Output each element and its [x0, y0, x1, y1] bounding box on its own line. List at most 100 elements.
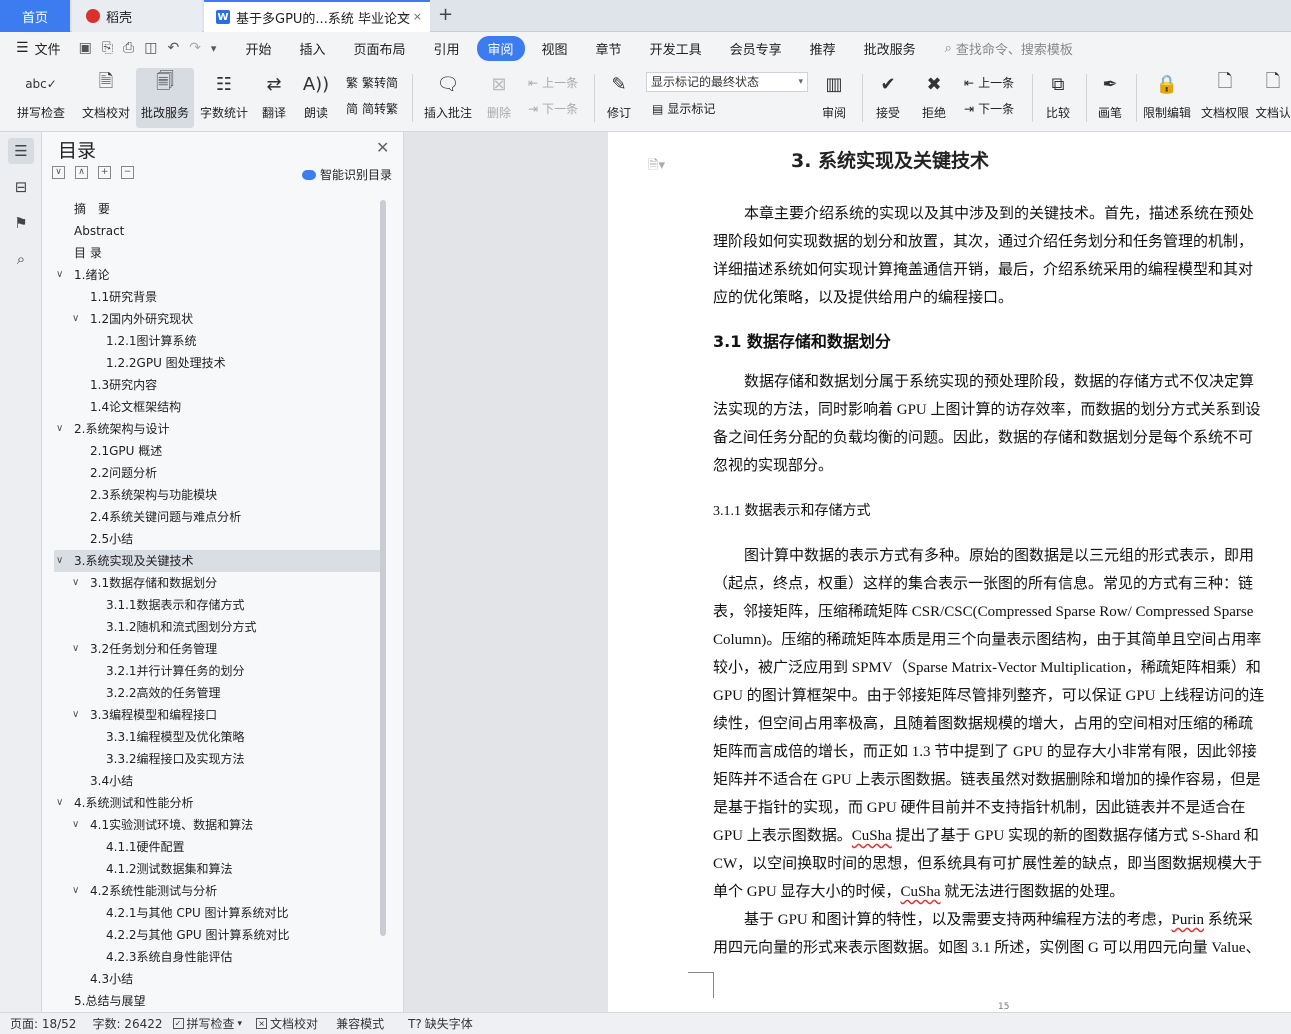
tab-recommend[interactable]: 推荐 — [799, 36, 847, 61]
toc-item[interactable]: ∨ 4.系统测试和性能分析 — [54, 792, 380, 814]
expand-chevron-icon[interactable]: ∨ — [56, 792, 63, 814]
toc-item[interactable]: 4.1.1硬件配置 — [54, 836, 380, 858]
toc-item[interactable]: ∨ 4.1实验测试环境、数据和算法 — [54, 814, 380, 836]
toc-item[interactable]: ∨ 1.2国内外研究现状 — [54, 308, 380, 330]
missing-font-button[interactable]: T? 缺失字体 — [408, 1015, 473, 1032]
word-count-indicator[interactable]: 字数: 26422 — [92, 1015, 162, 1032]
more-chevron-icon[interactable]: ▾ — [211, 42, 217, 55]
expand-chevron-icon[interactable]: ∨ — [72, 704, 79, 726]
status-proofread[interactable]: × 文档校对 — [256, 1015, 318, 1032]
doc-cert-button[interactable]: 🗋 文档认 — [1256, 68, 1290, 128]
tab-view[interactable]: 视图 — [531, 36, 579, 61]
toc-item[interactable]: 4.2.3系统自身性能评估 — [54, 946, 380, 968]
tab-correction-service[interactable]: 批改服务 — [853, 36, 927, 61]
bookmark-icon[interactable]: ⚑ — [8, 210, 34, 236]
word-count-button[interactable]: ☷ 字数统计 — [198, 68, 250, 128]
expand-all-icon[interactable]: ∧ — [75, 166, 88, 179]
tab-daoke[interactable]: 稻壳 — [72, 0, 202, 32]
prev-comment-button[interactable]: ⇤ 上一条 — [528, 74, 578, 91]
collapse-all-icon[interactable]: ∨ — [52, 166, 65, 179]
toc-item[interactable]: 1.4论文框架结构 — [54, 396, 380, 418]
spell-error-word[interactable]: CuSha — [852, 828, 892, 844]
expand-chevron-icon[interactable]: ∨ — [56, 264, 63, 286]
redo-icon[interactable]: ↷ — [189, 40, 201, 56]
undo-icon[interactable]: ↶ — [167, 40, 179, 56]
toc-item[interactable]: ∨ 3.2任务划分和任务管理 — [54, 638, 380, 660]
toc-item[interactable]: 3.3.2编程接口及实现方法 — [54, 748, 380, 770]
command-search[interactable]: ⌕ 查找命令、搜索模板 — [945, 39, 1073, 58]
save-icon[interactable]: ▣ — [79, 40, 92, 56]
tab-chapter[interactable]: 章节 — [585, 36, 633, 61]
expand-chevron-icon[interactable]: ∨ — [56, 550, 63, 572]
tab-layout[interactable]: 页面布局 — [342, 36, 416, 61]
tab-insert[interactable]: 插入 — [288, 36, 336, 61]
toc-item[interactable]: 2.4系统关键问题与难点分析 — [54, 506, 380, 528]
track-changes-button[interactable]: ✎ 修订 — [600, 68, 638, 128]
toc-item[interactable]: Abstract — [54, 220, 380, 242]
compare-button[interactable]: ⧉ 比较 — [1038, 68, 1078, 128]
chapter-nav-icon[interactable]: ⊟ — [8, 174, 34, 200]
restrict-edit-button[interactable]: 🔒 限制编辑 — [1140, 68, 1194, 128]
toc-item[interactable]: 摘 要 — [54, 198, 380, 220]
toc-item[interactable]: 3.3.1编程模型及优化策略 — [54, 726, 380, 748]
toc-item[interactable]: 4.2.2与其他 GPU 图计算系统对比 — [54, 924, 380, 946]
expand-chevron-icon[interactable]: ∨ — [72, 308, 79, 330]
next-comment-button[interactable]: ⇥ 下一条 — [528, 100, 578, 117]
expand-chevron-icon[interactable]: ∨ — [72, 880, 79, 902]
close-icon[interactable]: ✕ — [376, 138, 389, 157]
export-icon[interactable]: ⎘ — [102, 40, 113, 56]
reject-button[interactable]: ✖ 拒绝 — [914, 68, 954, 128]
toc-item[interactable]: 1.1研究背景 — [54, 286, 380, 308]
toc-item[interactable]: 3.1.1数据表示和存储方式 — [54, 594, 380, 616]
doc-permission-button[interactable]: 🗋 文档权限 — [1198, 68, 1252, 128]
toc-item[interactable]: 5.总结与展望 — [54, 990, 380, 1006]
page-indicator[interactable]: 页面: 18/52 — [10, 1015, 76, 1032]
toc-item[interactable]: ∨ 2.系统架构与设计 — [54, 418, 380, 440]
remove-heading-icon[interactable]: − — [121, 166, 134, 179]
translate-button[interactable]: ⇄ 翻译 — [254, 68, 294, 128]
smart-toc-button[interactable]: 智能识别目录 — [302, 166, 392, 183]
spell-error-word[interactable]: CuSha — [901, 884, 941, 900]
tab-window-icon[interactable]: ▭ × — [399, 10, 422, 23]
expand-chevron-icon[interactable]: ∨ — [56, 418, 63, 440]
document-page[interactable]: 🗎▾ 3. 系统实现及关键技术 本章主要介绍系统的实现以及其中涉及到的关键技术。… — [608, 132, 1291, 1012]
toc-scrollbar[interactable] — [380, 200, 386, 936]
delete-comment-button[interactable]: ⊠ 删除 — [480, 68, 518, 128]
tab-home[interactable]: 首页 — [0, 0, 70, 32]
toc-item[interactable]: 4.1.2测试数据集和算法 — [54, 858, 380, 880]
tab-document[interactable]: W 基于多GPU的...系统 毕业论文 ▭ × — [204, 0, 430, 32]
proofread-button[interactable]: 🗎 文档校对 — [78, 68, 134, 128]
simp-to-trad-button[interactable]: 简简转繁 — [346, 100, 398, 117]
expand-chevron-icon[interactable]: ∨ — [72, 638, 79, 660]
toc-item[interactable]: ∨ 3.3编程模型和编程接口 — [54, 704, 380, 726]
toc-item[interactable]: ∨ 3.系统实现及关键技术 — [54, 550, 380, 572]
toc-item[interactable]: 目 录 — [54, 242, 380, 264]
toc-item[interactable]: 4.2.1与其他 CPU 图计算系统对比 — [54, 902, 380, 924]
prev-change-button[interactable]: ⇤ 上一条 — [964, 74, 1014, 91]
tab-review[interactable]: 审阅 — [476, 35, 525, 61]
accept-button[interactable]: ✔ 接受 — [868, 68, 908, 128]
expand-chevron-icon[interactable]: ∨ — [72, 572, 79, 594]
spell-check-button[interactable]: abc✓ 拼写检查 — [10, 68, 72, 128]
expand-chevron-icon[interactable]: ∨ — [72, 814, 79, 836]
toc-pane-icon[interactable]: ☰ — [8, 138, 34, 164]
page-options-icon[interactable]: 🗎▾ — [648, 156, 665, 178]
status-spell-check[interactable]: ✓ 拼写检查 ▾ — [172, 1015, 242, 1032]
print-icon[interactable]: ⎙ — [123, 40, 134, 56]
file-menu-button[interactable]: ☰ 文件 — [16, 39, 61, 58]
tab-member[interactable]: 会员专享 — [719, 36, 793, 61]
toc-item[interactable]: ∨ 4.2系统性能测试与分析 — [54, 880, 380, 902]
toc-item[interactable]: 4.3小结 — [54, 968, 380, 990]
toc-item[interactable]: 3.1.2随机和流式图划分方式 — [54, 616, 380, 638]
toc-item[interactable]: 2.1GPU 概述 — [54, 440, 380, 462]
find-icon[interactable]: ⌕ — [8, 246, 34, 272]
tab-reference[interactable]: 引用 — [423, 36, 471, 61]
next-change-button[interactable]: ⇥ 下一条 — [964, 100, 1014, 117]
pen-button[interactable]: ✒ 画笔 — [1092, 68, 1128, 128]
tab-start[interactable]: 开始 — [234, 36, 282, 61]
toc-item[interactable]: 1.2.2GPU 图处理技术 — [54, 352, 380, 374]
toc-item[interactable]: 1.2.1图计算系统 — [54, 330, 380, 352]
review-pane-button[interactable]: ▥ 审阅 — [814, 68, 854, 128]
markup-mode-select[interactable]: 显示标记的最终状态 ▾ — [646, 72, 808, 92]
insert-comment-button[interactable]: 🗨 插入批注 — [420, 68, 476, 128]
